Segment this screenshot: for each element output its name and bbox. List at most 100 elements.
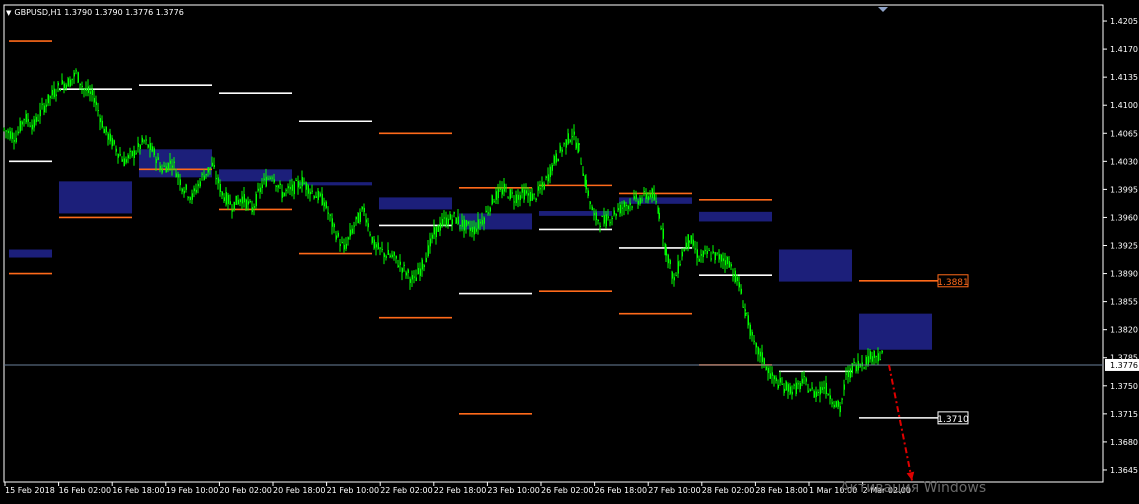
- candle-body: [553, 155, 555, 164]
- candle-body: [801, 378, 803, 384]
- candle-body: [751, 331, 753, 336]
- candle-body: [489, 207, 491, 212]
- candle-body: [65, 84, 67, 89]
- candle-body: [123, 158, 125, 167]
- candle-body: [405, 272, 407, 276]
- candle-body: [763, 358, 765, 365]
- zone-rect: [699, 211, 772, 222]
- candle-body: [195, 189, 197, 193]
- candle-body: [95, 101, 97, 105]
- candle-body: [417, 268, 419, 275]
- candle-body: [469, 227, 471, 231]
- candle-body: [371, 236, 373, 243]
- candle-body: [785, 381, 787, 391]
- candle-body: [441, 218, 443, 226]
- candle-body: [421, 259, 423, 270]
- candle-body: [749, 324, 751, 336]
- candle-body: [667, 254, 669, 264]
- candle-body: [367, 223, 369, 228]
- candle-body: [129, 150, 131, 152]
- candle-body: [433, 227, 435, 235]
- candle-body: [331, 218, 333, 227]
- candle-body: [517, 194, 519, 200]
- candle-body: [81, 85, 83, 87]
- candle-body: [662, 228, 664, 239]
- candle-body: [33, 119, 35, 128]
- candle-body: [177, 174, 179, 178]
- candle-body: [787, 384, 789, 392]
- candle-body: [341, 242, 343, 244]
- candle-body: [698, 258, 700, 262]
- candle-body: [429, 238, 431, 247]
- candle-body: [47, 94, 49, 104]
- candle-body: [569, 140, 571, 142]
- candle-body: [99, 118, 101, 123]
- candle-body: [591, 206, 593, 211]
- candle-body: [199, 181, 201, 187]
- candle-body: [457, 216, 459, 224]
- candle-body: [861, 362, 863, 367]
- candle-body: [273, 179, 275, 183]
- candle-body: [744, 309, 746, 312]
- candle-body: [809, 389, 811, 392]
- candle-body: [475, 228, 477, 232]
- zone-rect: [59, 181, 132, 214]
- candle-body: [702, 251, 704, 258]
- candle-body: [527, 193, 529, 196]
- candle-body: [696, 249, 698, 258]
- candle-body: [559, 145, 561, 152]
- candle-body: [241, 196, 243, 204]
- candle-body: [43, 105, 45, 113]
- candle-body: [658, 212, 660, 219]
- candle-body: [829, 395, 831, 399]
- candle-body: [105, 126, 107, 133]
- candle-body: [399, 261, 401, 265]
- candle-body: [837, 400, 839, 407]
- candle-body: [845, 373, 847, 375]
- dropdown-triangle-icon[interactable]: ▼: [6, 9, 11, 17]
- candle-body: [627, 205, 629, 210]
- candle-body: [139, 145, 141, 149]
- candle-body: [453, 212, 455, 214]
- symbol-ohlc-text: GBPUSD,H1 1.3790 1.3790 1.3776 1.3776: [14, 8, 184, 17]
- chart-window[interactable]: ▼ GBPUSD,H1 1.3790 1.3790 1.3776 1.3776 1…: [0, 0, 1139, 500]
- candle-body: [539, 188, 541, 190]
- candle-body: [587, 190, 589, 196]
- candle-body: [77, 72, 79, 83]
- candle-body: [379, 247, 381, 249]
- candle-body: [777, 384, 779, 389]
- candle-body: [349, 229, 351, 237]
- candle-body: [585, 179, 587, 190]
- candle-body: [57, 82, 59, 86]
- candle-body: [815, 391, 817, 398]
- candle-body: [747, 315, 749, 326]
- y-tick-label: 1.4170: [1110, 45, 1138, 54]
- candle-body: [359, 212, 361, 222]
- candle-body: [175, 173, 177, 178]
- candle-body: [295, 179, 297, 181]
- candle-body: [39, 109, 41, 117]
- x-tick-label: 22 Feb 02:00: [380, 486, 432, 495]
- candle-body: [483, 217, 485, 224]
- candle-body: [437, 225, 439, 232]
- candle-body: [297, 180, 299, 188]
- candle-body: [571, 136, 573, 138]
- candle-body: [813, 391, 815, 398]
- candle-body: [537, 186, 539, 191]
- candle-body: [465, 220, 467, 227]
- candle-body: [153, 148, 155, 156]
- candlestick-chart[interactable]: 1.3881 1.3710 1.4205 1.4170 1.4135 1.4100 1.40…: [0, 0, 1139, 500]
- candle-body: [381, 249, 383, 251]
- candle-body: [734, 270, 736, 283]
- candle-body: [277, 185, 279, 188]
- candle-body: [227, 194, 229, 204]
- candle-body: [103, 128, 105, 134]
- x-tick-label: 16 Feb 18:00: [112, 486, 164, 495]
- candle-body: [775, 377, 777, 381]
- candle-body: [109, 133, 111, 142]
- candle-body: [409, 278, 411, 283]
- x-tick-label: 22 Feb 18:00: [434, 486, 486, 495]
- candle-body: [203, 175, 205, 181]
- candle-body: [131, 151, 133, 157]
- candle-body: [261, 184, 263, 189]
